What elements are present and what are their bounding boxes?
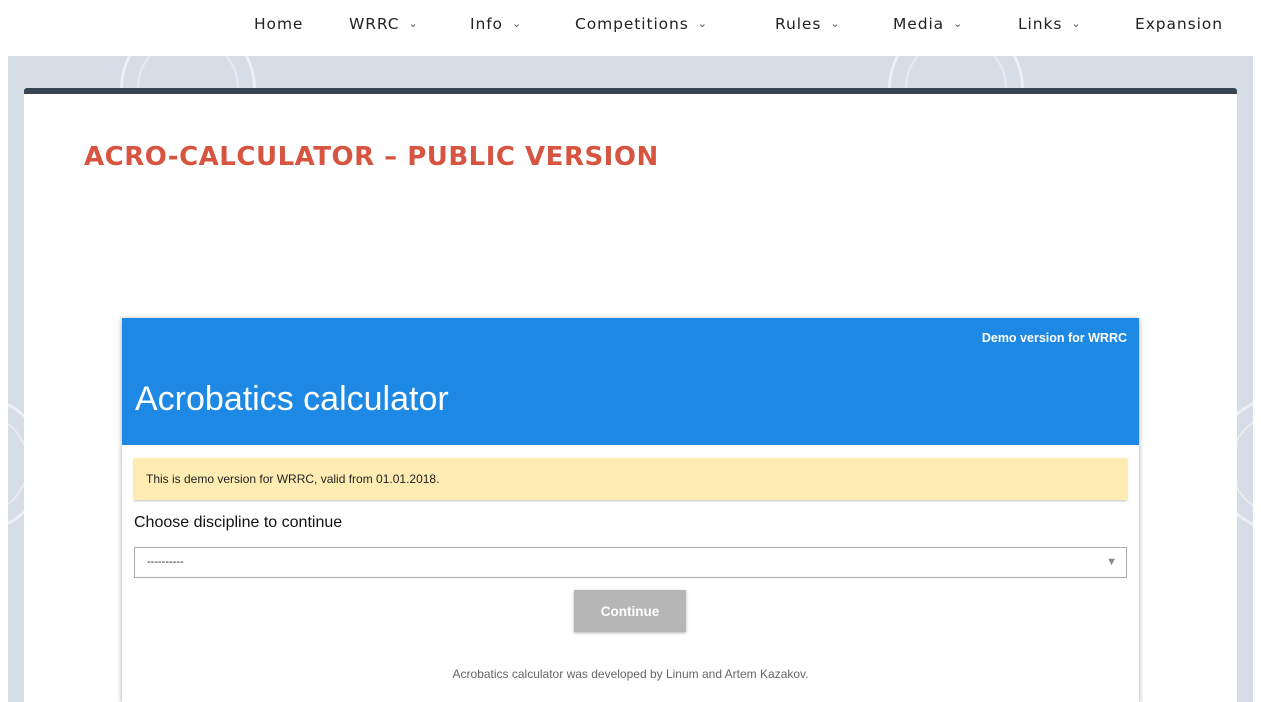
demo-notice: This is demo version for WRRC, valid fro… xyxy=(134,458,1127,500)
nav-item-expansion[interactable]: Expansion xyxy=(1135,12,1223,36)
nav-item-info[interactable]: Info ⌄ xyxy=(470,12,522,36)
demo-version-tag: Demo version for WRRC xyxy=(981,331,1127,345)
calculator-header: Demo version for WRRC Acrobatics calcula… xyxy=(122,318,1139,445)
nav-item-label: WRRC xyxy=(349,15,400,33)
acrobatics-calculator-widget: Demo version for WRRC Acrobatics calcula… xyxy=(122,318,1139,702)
nav-item-label: Media xyxy=(893,15,945,33)
discipline-select-value: ---------- xyxy=(147,556,184,568)
nav-item-links[interactable]: Links ⌄ xyxy=(1018,12,1081,36)
nav-item-label: Rules xyxy=(775,15,822,33)
chevron-down-icon: ⌄ xyxy=(511,17,523,30)
chevron-down-icon: ⌄ xyxy=(1071,17,1082,30)
chevron-down-icon: ⌄ xyxy=(953,17,964,30)
discipline-select[interactable]: ---------- ▼ xyxy=(134,547,1127,578)
chevron-down-icon: ⌄ xyxy=(697,17,708,30)
nav-item-label: Expansion xyxy=(1135,15,1223,33)
triangle-down-icon: ▼ xyxy=(1106,556,1117,568)
choose-discipline-label: Choose discipline to continue xyxy=(134,514,343,531)
nav-item-home[interactable]: Home xyxy=(254,12,303,36)
page-title: ACRO-CALCULATOR – PUBLIC VERSION xyxy=(84,142,659,172)
nav-item-label: Competitions xyxy=(575,15,689,33)
chevron-down-icon: ⌄ xyxy=(408,17,419,30)
nav-item-media[interactable]: Media ⌄ xyxy=(893,12,963,36)
chevron-down-icon: ⌄ xyxy=(830,17,841,30)
nav-item-competitions[interactable]: Competitions ⌄ xyxy=(575,12,708,36)
nav-item-label: Links xyxy=(1018,15,1063,33)
calculator-title: Acrobatics calculator xyxy=(135,380,449,418)
nav-item-label: Info xyxy=(470,15,503,33)
nav-item-rules[interactable]: Rules ⌄ xyxy=(775,12,840,36)
top-navigation: Home WRRC ⌄ Info ⌄ Competitions ⌄ Rules ⌄ Me… xyxy=(0,0,1261,56)
nav-item-wrrc[interactable]: WRRC ⌄ xyxy=(349,12,419,36)
credits-text: Acrobatics calculator was developed by L… xyxy=(452,667,809,681)
continue-button[interactable]: Continue xyxy=(574,590,686,632)
nav-item-label: Home xyxy=(254,15,304,33)
